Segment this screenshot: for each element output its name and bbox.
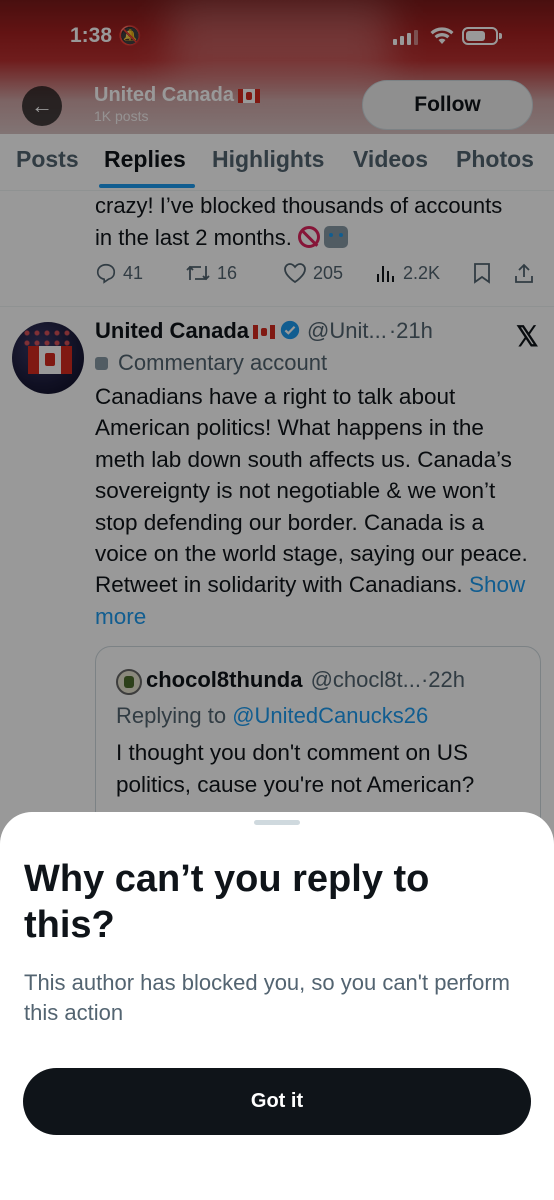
sheet-body: This author has blocked you, so you can'… bbox=[24, 970, 511, 1025]
sheet-title: Why can’t you reply to this? bbox=[24, 858, 430, 946]
blocked-info-sheet: Why can’t you reply to this? This author… bbox=[0, 812, 554, 1200]
profile-page: 1:38 🔕 ← United Canada 1K posts Follow P… bbox=[0, 0, 554, 1200]
sheet-drag-handle[interactable] bbox=[254, 820, 300, 825]
got-it-button[interactable]: Got it bbox=[23, 1068, 531, 1135]
